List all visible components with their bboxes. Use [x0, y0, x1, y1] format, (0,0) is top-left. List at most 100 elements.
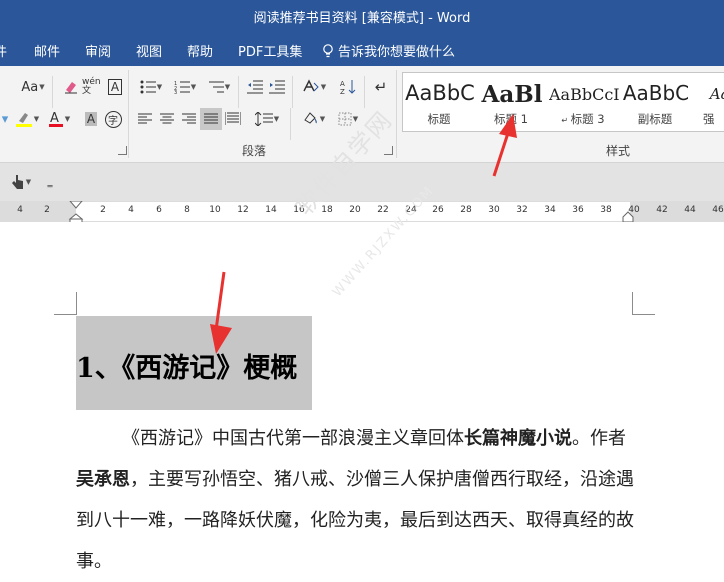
style-label: 强	[703, 112, 715, 126]
ruler-number: 10	[209, 205, 221, 215]
align-right-icon[interactable]	[178, 108, 200, 130]
shading-button[interactable]: ▼	[296, 108, 330, 130]
ruler-number: 38	[600, 205, 612, 215]
ruler-number: 34	[544, 205, 556, 215]
ruler-number: 26	[432, 205, 444, 215]
ruler-number: 2	[100, 205, 106, 215]
tab-help[interactable]: 帮助	[187, 41, 213, 60]
ruler-number: 44	[684, 205, 696, 215]
tab-pdf-tools[interactable]: PDF工具集	[238, 41, 302, 60]
styles-group-label: 样式	[606, 144, 631, 158]
annotation-arrow-icon	[492, 114, 517, 177]
horizontal-ruler[interactable]: 4 2 2 4 6 8 10 12 14 16 18 20 22 24 26 28 30 32 34 36 38 40 42…	[0, 201, 724, 223]
svg-text:Z: Z	[340, 88, 345, 95]
ruler-number: 8	[184, 205, 190, 215]
divider	[52, 76, 53, 108]
ruler-number: 28	[460, 205, 472, 215]
pinyin-guide-icon[interactable]: wén文	[82, 76, 104, 98]
tell-me-label: 告诉我你想要做什么	[338, 45, 456, 60]
window-title: 阅读推荐书目资料 [兼容模式] - Word	[253, 11, 471, 26]
divider	[364, 76, 365, 108]
body-text-run: ，主要写孙悟空、猪八戒、沙僧三人保护唐僧西行取经，沿途遇到八十一难，一路降妖伏魔…	[76, 469, 634, 572]
style-strong[interactable]: AaBb 强	[691, 73, 724, 131]
clear-format-icon[interactable]	[60, 76, 82, 98]
margin-corner-top-left	[54, 292, 77, 315]
lightbulb-icon	[323, 44, 333, 58]
show-marks-icon[interactable]: ↵	[370, 76, 392, 98]
tell-me-box[interactable]: 告诉我你想要做什么	[322, 41, 455, 60]
numbering-button[interactable]: 1 2 3 ▼	[170, 76, 200, 98]
tab-view[interactable]: 视图	[136, 41, 162, 60]
divider	[292, 76, 293, 108]
style-label: 标题	[427, 112, 451, 126]
paragraph-group-label: 段落	[242, 144, 267, 158]
font-dialog-launcher-icon[interactable]	[118, 146, 127, 155]
touch-mode-button[interactable]: ▼	[4, 171, 38, 193]
margin-corner-top-right	[632, 292, 655, 315]
font-color-button[interactable]: A ▼	[44, 108, 74, 130]
style-sample: AaBl	[481, 81, 543, 108]
svg-text:A: A	[340, 80, 345, 88]
char-border-label: A	[107, 79, 123, 95]
char-border-icon[interactable]: A	[104, 76, 126, 98]
align-left-icon[interactable]	[134, 108, 156, 130]
ruler-number: 2	[44, 205, 50, 215]
char-shade-label: A	[84, 112, 98, 126]
ruler-number: 4	[128, 205, 134, 215]
enclose-char-icon[interactable]: 字	[102, 108, 124, 130]
enclose-char-label: 字	[104, 110, 122, 128]
ruler-number: 22	[377, 205, 389, 215]
style-subtitle[interactable]: AaBbC 副标题	[619, 73, 691, 131]
quick-access-toolbar: ▼ ‗	[0, 163, 724, 201]
ruler-number: 30	[488, 205, 500, 215]
tab-layout[interactable]: 件	[0, 41, 7, 60]
multilevel-list-button[interactable]: ▼	[204, 76, 234, 98]
bold-text-run: 吴承恩	[76, 469, 130, 490]
bold-text-run: 长篇神魔小说	[464, 428, 572, 449]
divider	[238, 76, 239, 108]
styles-gallery: AaBbC 标题 AaBl 标题 1 AaBbCcI ↵ 标题 3 AaBbC …	[402, 72, 724, 132]
paragraph-dialog-launcher-icon[interactable]	[384, 146, 393, 155]
pinyin-label: wén文	[82, 77, 101, 96]
align-center-icon[interactable]	[156, 108, 178, 130]
increase-indent-icon[interactable]	[266, 76, 288, 98]
svg-text:A: A	[50, 111, 59, 126]
style-sample: AaBbCcI	[549, 85, 619, 104]
ruler-number: 4	[17, 205, 23, 215]
tab-mailings[interactable]: 邮件	[34, 41, 60, 60]
change-case-button[interactable]: Aa ▼	[18, 76, 48, 98]
ribbon-tabs: 件 邮件 审阅 视图 帮助 PDF工具集 告诉我你想要做什么	[0, 32, 724, 66]
ruler-number: 14	[265, 205, 277, 215]
style-sample: AaBbC	[622, 81, 690, 105]
ruler-number: 12	[237, 205, 249, 215]
indent-marker-icon[interactable]	[68, 201, 84, 223]
annotation-arrow-icon	[210, 271, 232, 354]
right-indent-marker-icon[interactable]	[622, 211, 634, 222]
title-bar: 阅读推荐书目资料 [兼容模式] - Word	[0, 0, 724, 32]
tab-review[interactable]: 审阅	[85, 41, 111, 60]
divider	[396, 70, 397, 158]
style-sample: AaBbC	[405, 81, 475, 105]
style-sample: AaBb	[709, 85, 724, 103]
selected-heading[interactable]: 1、《西游记》梗概	[76, 316, 312, 410]
change-case-label: Aa	[21, 79, 39, 95]
divider	[128, 70, 129, 158]
highlight-color-button[interactable]: ▼	[10, 108, 44, 130]
body-text-run: 。作者	[572, 428, 626, 449]
chinese-layout-button[interactable]: ▼	[298, 76, 330, 98]
style-heading-3[interactable]: AaBbCcI ↵ 标题 3	[547, 73, 619, 131]
ruler-number: 20	[349, 205, 361, 215]
body-text-run: 《西游记》中国古代第一部浪漫主义章回体	[122, 428, 464, 449]
decrease-indent-icon[interactable]	[244, 76, 266, 98]
justify-icon[interactable]	[200, 108, 222, 130]
line-spacing-button[interactable]: ▼	[250, 108, 284, 130]
distributed-align-icon[interactable]	[222, 108, 244, 130]
ruler-number: 36	[572, 205, 584, 215]
customize-qat-icon[interactable]: ‗	[40, 171, 60, 193]
style-label: 副标题	[637, 112, 673, 126]
sort-icon[interactable]: AZ	[338, 76, 360, 98]
body-paragraph[interactable]: 《西游记》中国古代第一部浪漫主义章回体长篇神魔小说。作者吴承恩，主要写孙悟空、猪…	[76, 418, 636, 582]
char-shading-icon[interactable]: A	[80, 108, 102, 130]
bullets-button[interactable]: ▼	[136, 76, 166, 98]
style-title[interactable]: AaBbC 标题	[403, 73, 475, 131]
